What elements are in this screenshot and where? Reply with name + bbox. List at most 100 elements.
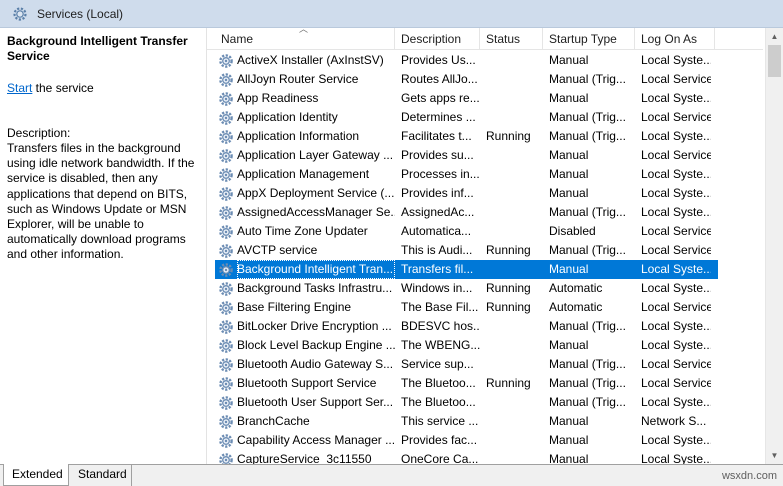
vertical-scrollbar[interactable]: ▲ ▼: [765, 28, 783, 464]
service-startup-type: Manual (Trig...: [549, 110, 626, 124]
table-row[interactable]: BitLocker Drive Encryption ... BDESVC hos…: [215, 317, 718, 336]
service-status: Running: [486, 281, 531, 295]
service-name-cell: AllJoyn Router Service: [215, 70, 395, 89]
service-log-on-as: Local Syste...: [641, 53, 711, 67]
column-header-description[interactable]: Description: [395, 28, 480, 50]
table-row[interactable]: Bluetooth Support Service The Bluetoo... R…: [215, 374, 718, 393]
table-row[interactable]: Base Filtering Engine The Base Fil... Runn…: [215, 298, 718, 317]
table-row[interactable]: Background Tasks Infrastru... Windows in.…: [215, 279, 718, 298]
table-row[interactable]: AppX Deployment Service (... Provides inf…: [215, 184, 718, 203]
service-startup-type: Manual (Trig...: [549, 205, 626, 219]
service-name-cell: Application Information: [215, 127, 395, 146]
table-row[interactable]: App Readiness Gets apps re... Manual Local …: [215, 89, 718, 108]
service-log-on-as: Local Service: [641, 243, 711, 257]
service-description: The Bluetoo...: [401, 376, 476, 390]
service-startup-type: Manual: [549, 91, 589, 105]
service-status: Running: [486, 300, 531, 314]
service-gear-icon: [218, 205, 234, 221]
table-row[interactable]: Capability Access Manager ... Provides fa…: [215, 431, 718, 450]
service-log-on-as: Local Syste...: [641, 129, 711, 143]
title-bar: Services (Local): [0, 0, 783, 28]
service-startup-type: Manual (Trig...: [549, 243, 626, 257]
start-service-line: Start the service: [7, 81, 202, 96]
service-startup-type: Manual: [549, 148, 589, 162]
service-name-cell: Bluetooth User Support Ser...: [215, 393, 395, 412]
service-description: Determines ...: [401, 110, 476, 124]
service-log-on-as: Local Syste...: [641, 91, 711, 105]
service-name-cell: Base Filtering Engine: [215, 298, 395, 317]
service-name: Application Management: [237, 167, 370, 181]
watermark: wsxdn.com: [721, 470, 777, 482]
table-row[interactable]: Application Identity Determines ... Manual…: [215, 108, 718, 127]
service-gear-icon: [218, 91, 234, 107]
service-name: Background Tasks Infrastru...: [237, 281, 393, 295]
service-log-on-as: Local Service: [641, 300, 711, 314]
service-description: The Bluetoo...: [401, 395, 476, 409]
services-table: ActiveX Installer (AxInstSV) Provides Us.…: [215, 51, 718, 469]
service-status: Running: [486, 376, 531, 390]
service-description: Routes AllJo...: [401, 72, 478, 86]
table-row[interactable]: Application Layer Gateway ... Provides su…: [215, 146, 718, 165]
start-service-link[interactable]: Start: [7, 81, 32, 95]
column-header-log-on-as[interactable]: Log On As: [635, 28, 715, 50]
service-gear-icon: [218, 129, 234, 145]
service-description: Processes in...: [401, 167, 480, 181]
service-startup-type: Manual: [549, 262, 589, 276]
service-name: AllJoyn Router Service: [237, 72, 359, 86]
table-row[interactable]: ActiveX Installer (AxInstSV) Provides Us.…: [215, 51, 718, 70]
service-name-cell: BranchCache: [215, 412, 395, 431]
service-name: Bluetooth User Support Ser...: [237, 395, 394, 409]
description-label: Description:: [7, 126, 71, 140]
column-headers: ︿ Name Description Status Startup Type L…: [207, 28, 763, 50]
view-tabs: Extended Standard wsxdn.com: [0, 464, 783, 486]
table-row[interactable]: AllJoyn Router Service Routes AllJo... Man…: [215, 70, 718, 89]
scroll-thumb[interactable]: [768, 45, 781, 77]
scroll-up-icon[interactable]: ▲: [766, 28, 783, 45]
service-gear-icon: [218, 376, 234, 392]
table-row[interactable]: AssignedAccessManager Se... AssignedAc...…: [215, 203, 718, 222]
service-description: Facilitates t...: [401, 129, 472, 143]
service-name: BitLocker Drive Encryption ...: [237, 319, 392, 333]
service-name-cell: Application Management: [215, 165, 395, 184]
table-row[interactable]: Auto Time Zone Updater Automatica... Disab…: [215, 222, 718, 241]
service-name: App Readiness: [237, 91, 319, 105]
service-name: AssignedAccessManager Se...: [237, 205, 395, 219]
service-name-cell: AVCTP service: [215, 241, 395, 260]
tab-standard[interactable]: Standard: [70, 464, 132, 486]
column-header-name[interactable]: ︿ Name: [207, 28, 395, 50]
table-row[interactable]: BranchCache This service ... Manual Network…: [215, 412, 718, 431]
service-log-on-as: Local Service: [641, 148, 711, 162]
service-gear-icon: [218, 148, 234, 164]
service-description: This service ...: [401, 414, 479, 428]
table-row[interactable]: Block Level Backup Engine ... The WBENG..…: [215, 336, 718, 355]
service-log-on-as: Local Service: [641, 376, 711, 390]
service-name: Bluetooth Audio Gateway S...: [237, 357, 394, 371]
service-gear-icon: [218, 110, 234, 126]
service-name-cell: AssignedAccessManager Se...: [215, 203, 395, 222]
service-log-on-as: Local Service: [641, 110, 711, 124]
service-description: This is Audi...: [401, 243, 473, 257]
service-description: Provides fac...: [401, 433, 478, 447]
table-row[interactable]: Background Intelligent Tran... Transfers …: [215, 260, 718, 279]
service-description: Provides su...: [401, 148, 474, 162]
service-startup-type: Disabled: [549, 224, 596, 238]
description-text: Transfers files in the background using …: [7, 141, 195, 262]
table-row[interactable]: Bluetooth User Support Ser... The Bluetoo…: [215, 393, 718, 412]
service-name-cell: BitLocker Drive Encryption ...: [215, 317, 395, 336]
service-name-cell: Application Layer Gateway ...: [215, 146, 395, 165]
service-name: Block Level Backup Engine ...: [237, 338, 395, 352]
column-header-status[interactable]: Status: [480, 28, 543, 50]
table-row[interactable]: Application Management Processes in... Man…: [215, 165, 718, 184]
service-startup-type: Manual: [549, 338, 589, 352]
column-header-startup-type[interactable]: Startup Type: [543, 28, 635, 50]
services-list-pane: ︿ Name Description Status Startup Type L…: [206, 28, 783, 467]
tab-extended[interactable]: Extended: [3, 464, 69, 486]
table-row[interactable]: AVCTP service This is Audi... Running Manua…: [215, 241, 718, 260]
service-log-on-as: Local Service: [641, 224, 711, 238]
table-row[interactable]: Bluetooth Audio Gateway S... Service sup.…: [215, 355, 718, 374]
service-name: AppX Deployment Service (...: [237, 186, 395, 200]
service-name-cell: Capability Access Manager ...: [215, 431, 395, 450]
scroll-down-icon[interactable]: ▼: [766, 447, 783, 464]
service-gear-icon: [218, 414, 234, 430]
table-row[interactable]: Application Information Facilitates t... R…: [215, 127, 718, 146]
